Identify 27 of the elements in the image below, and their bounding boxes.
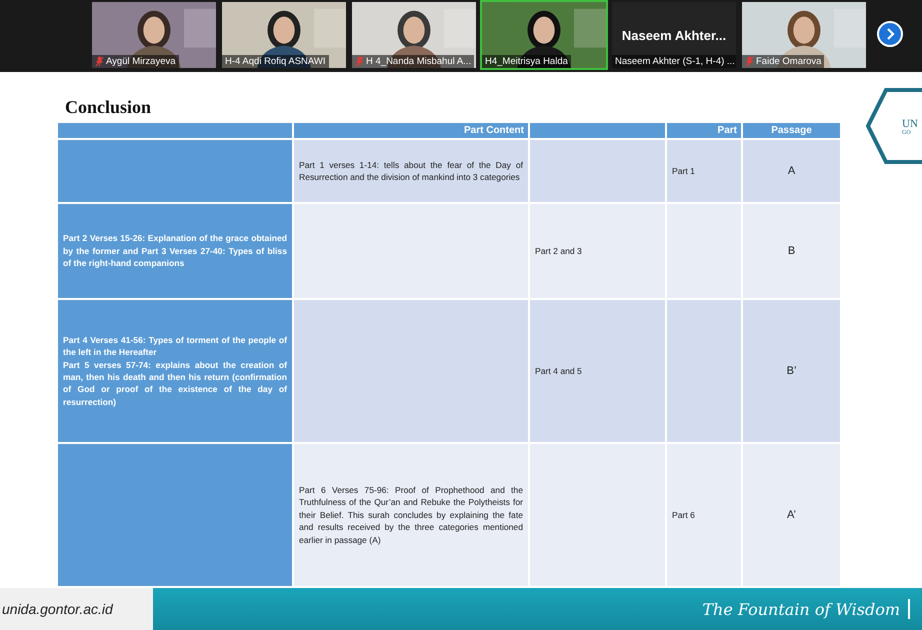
table-cell: B [788, 244, 796, 257]
logo-text: UN [902, 118, 918, 130]
table-cell: Part 2 and 3 [535, 246, 582, 256]
column-header: Part Content [294, 123, 528, 138]
table-cell: A’ [787, 508, 796, 521]
table-cell: B’ [786, 364, 796, 377]
participant-name: Faide Omarova [756, 56, 822, 67]
participant-name: H4_Meitrisya Halda [485, 56, 568, 67]
participant-name: Aygül Mirzayeva [106, 56, 176, 67]
motto-text: The Fountain of Wisdom [702, 600, 900, 618]
participant-name: Naseem Akhter (S-1, H-4) ... [615, 56, 735, 67]
participant-name: Naseem Akhter... [620, 28, 728, 43]
website-address: unida.gontor.ac.id [0, 588, 153, 630]
table-cell: Part 1 verses 1-14: tells about the fear of the Day of Resurrection and the division of mankind into 3 categories [299, 160, 523, 182]
table-cell: Part 6 [672, 510, 695, 520]
participant-name: H-4 Aqdi Rofiq ASNAWI [225, 56, 326, 67]
table-cell: A [788, 164, 796, 177]
column-header: Part [667, 123, 741, 138]
participant-name: H 4_Nanda Misbahul A... [366, 56, 472, 67]
slide-title: Conclusion [65, 97, 152, 118]
next-page-button[interactable] [877, 21, 903, 47]
table-cell: Part 2 Verses 15-26: Explanation of the grace obtained by the former and Part 3 Verses 27-40: Types of bliss of the right-hand companions [63, 233, 287, 268]
table-cell: Part 4 Verses 41-56: Types of torment of the people of the left in the Hereafter Part 5 verses 57-74: explains about the creation of man, then his death and then his return (confirmation of God or proof of the existence of the day of resurrection) [63, 334, 287, 407]
table-cell: Part 1 [672, 166, 695, 176]
table-cell: Part 4 and 5 [535, 366, 582, 376]
column-header: Passage [743, 123, 840, 138]
table-cell: Part 6 Verses 75-96: Proof of Prophethood and the Truthfulness of the Qur’an and Rebuke the Polytheists for their Belief. This surah concludes by explaining the fate and results received by the three categories mentioned earlier in passage (A) [299, 484, 523, 545]
